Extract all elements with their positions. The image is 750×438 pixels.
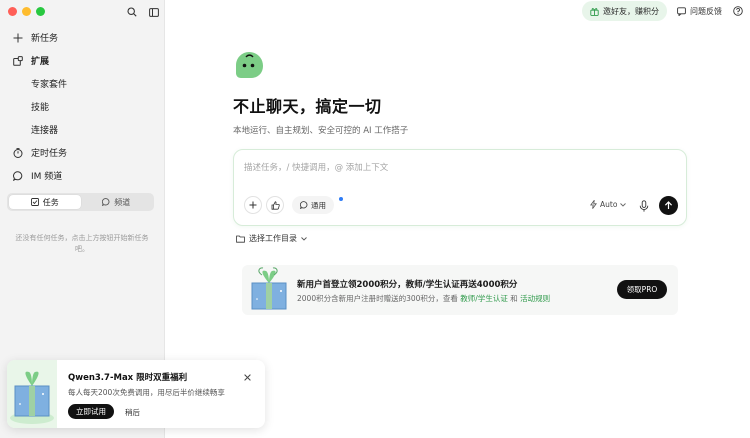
invite-button[interactable]: 邀好友，赚积分 [582, 1, 667, 21]
mode-selector[interactable]: 通用 [292, 196, 334, 214]
empty-task-hint: 还没有任何任务，点击上方按钮开始新任务吧。 [15, 234, 149, 253]
tab-channels[interactable]: 频道 [81, 195, 153, 209]
folder-icon [236, 235, 245, 243]
help-icon[interactable] [732, 5, 744, 17]
chat-icon [300, 201, 308, 209]
chat-bubble-icon [102, 198, 110, 206]
sidebar-item-expert-kits[interactable]: 专家套件 [0, 72, 165, 95]
sidebar-toggle-icon[interactable] [148, 6, 160, 18]
task-composer: 描述任务，/ 快捷调用，@ 添加上下文 通用 Auto [233, 149, 687, 226]
chevron-down-icon [301, 236, 307, 241]
send-button[interactable] [659, 196, 678, 215]
sidebar-item-label: 连接器 [31, 126, 59, 136]
search-icon[interactable] [126, 6, 138, 18]
promo-title: 新用户首登立领2000积分，教师/学生认证再送4000积分 [297, 280, 518, 290]
sidebar-item-connectors[interactable]: 连接器 [0, 118, 165, 141]
window-controls [8, 7, 45, 16]
plus-icon [249, 201, 257, 209]
top-actions: 邀好友，赚积分 问题反馈 [582, 1, 744, 21]
hero-subtitle: 本地运行、自主规划、安全可控的 AI 工作搭子 [233, 126, 409, 136]
app-logo [233, 49, 265, 81]
sidebar-segment-tabs: 任务 频道 [7, 193, 154, 211]
sidebar-item-label: 专家套件 [31, 80, 68, 90]
model-selector[interactable]: Auto [587, 200, 629, 209]
chat-icon [12, 170, 24, 182]
arrow-up-icon [664, 201, 673, 209]
extension-icon [12, 55, 24, 67]
window-close-button[interactable] [8, 7, 17, 16]
sidebar-item-label: IM 频道 [31, 172, 63, 182]
notification-description: 每人每天200次免费调用，用尽后半价继续畅享 [68, 388, 225, 397]
gift-illustration [7, 360, 57, 428]
hero-title: 不止聊天，搞定一切 [233, 97, 382, 116]
claim-pro-button[interactable]: 领取PRO [617, 280, 667, 299]
sidebar-item-label: 新任务 [31, 34, 59, 44]
thumbs-up-icon [271, 200, 280, 210]
promo-banner: 新用户首登立领2000积分，教师/学生认证再送4000积分 2000积分含新用户… [242, 265, 678, 315]
sidebar-item-skills[interactable]: 技能 [0, 95, 165, 118]
teacher-student-cert-link[interactable]: 教师/学生认证 [460, 294, 508, 303]
close-icon[interactable] [242, 372, 252, 382]
gift-box-illustration [248, 265, 292, 311]
gift-icon [590, 7, 599, 16]
window-minimize-button[interactable] [22, 7, 31, 16]
workdir-selector[interactable]: 选择工作目录 [236, 233, 311, 244]
add-attachment-button[interactable] [244, 196, 262, 214]
skills-button[interactable] [266, 196, 284, 214]
sidebar-item-scheduled-tasks[interactable]: 定时任务 [0, 141, 165, 164]
try-now-button[interactable]: 立即试用 [68, 404, 114, 419]
promo-description: 2000积分含新用户注册时赠送的300积分，查看 教师/学生认证 和 活动规则 [297, 294, 551, 303]
tab-tasks[interactable]: 任务 [9, 195, 81, 209]
sidebar-item-label: 扩展 [31, 57, 50, 67]
event-rules-link[interactable]: 活动规则 [520, 294, 550, 303]
plus-icon [12, 32, 24, 44]
sidebar-nav: 新任务 扩展 专家套件 技能 连接器 定时任务 IM 频道 [0, 26, 165, 187]
notification-title: Qwen3.7-Max 限时双重福利 [68, 373, 188, 383]
sidebar-item-new-task[interactable]: 新任务 [0, 26, 165, 49]
later-button[interactable]: 稍后 [125, 407, 140, 418]
promo-notification: Qwen3.7-Max 限时双重福利 每人每天200次免费调用，用尽后半价继续畅… [7, 360, 265, 428]
feedback-icon [677, 6, 686, 16]
sidebar-item-im-channels[interactable]: IM 频道 [0, 164, 165, 187]
task-input[interactable]: 描述任务，/ 快捷调用，@ 添加上下文 [244, 161, 388, 173]
chevron-down-icon [620, 202, 627, 207]
window-zoom-button[interactable] [36, 7, 45, 16]
clock-icon [12, 147, 24, 159]
feedback-button[interactable]: 问题反馈 [677, 6, 722, 17]
sidebar-item-label: 定时任务 [31, 149, 68, 159]
lightning-icon [590, 200, 597, 209]
microphone-icon[interactable] [639, 198, 649, 217]
sidebar-item-extensions[interactable]: 扩展 [0, 49, 165, 72]
mode-indicator-dot [339, 197, 343, 201]
sidebar-item-label: 技能 [31, 103, 50, 113]
checkbox-icon [30, 198, 39, 206]
